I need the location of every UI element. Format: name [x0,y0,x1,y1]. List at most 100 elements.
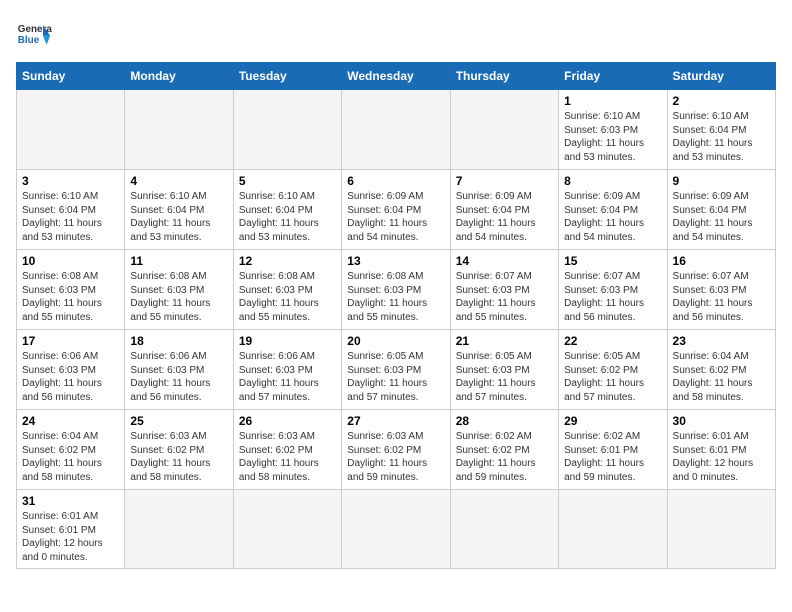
day-number: 3 [22,174,119,188]
day-number: 20 [347,334,444,348]
day-info: Sunrise: 6:01 AMSunset: 6:01 PMDaylight:… [673,430,770,484]
day-info: Sunrise: 6:03 AMSunset: 6:02 PMDaylight:… [347,430,444,484]
day-info: Sunrise: 6:07 AMSunset: 6:03 PMDaylight:… [673,270,770,324]
calendar-cell: 18Sunrise: 6:06 AMSunset: 6:03 PMDayligh… [125,330,233,410]
weekday-header-friday: Friday [559,63,667,90]
day-info: Sunrise: 6:08 AMSunset: 6:03 PMDaylight:… [239,270,336,324]
calendar-cell: 16 Sunrise: 6:07 AMSunset: 6:03 PMDayligh… [667,250,775,330]
week-row-6: 31 Sunrise: 6:01 AMSunset: 6:01 PMDayligh… [17,490,776,569]
day-info: Sunrise: 6:03 AMSunset: 6:02 PMDaylight:… [239,430,336,484]
day-info: Sunrise: 6:09 AMSunset: 6:04 PMDaylight:… [347,190,444,244]
day-number: 11 [130,254,227,268]
calendar-cell: 6Sunrise: 6:09 AMSunset: 6:04 PMDaylight… [342,170,450,250]
calendar-cell [233,90,341,170]
calendar-cell: 7Sunrise: 6:09 AMSunset: 6:04 PMDaylight… [450,170,558,250]
weekday-header-sunday: Sunday [17,63,125,90]
calendar-cell: 24 Sunrise: 6:04 AMSunset: 6:02 PMDayligh… [17,410,125,490]
day-number: 4 [130,174,227,188]
day-info: Sunrise: 6:07 AMSunset: 6:03 PMDaylight:… [456,270,553,324]
weekday-header-thursday: Thursday [450,63,558,90]
calendar-cell: 9Sunrise: 6:09 AMSunset: 6:04 PMDaylight… [667,170,775,250]
calendar-cell: 1 Sunrise: 6:10 AMSunset: 6:03 PMDaylight… [559,90,667,170]
day-info: Sunrise: 6:08 AMSunset: 6:03 PMDaylight:… [130,270,227,324]
day-info: Sunrise: 6:10 AMSunset: 6:04 PMDaylight:… [239,190,336,244]
calendar-cell: 26 Sunrise: 6:03 AMSunset: 6:02 PMDayligh… [233,410,341,490]
day-info: Sunrise: 6:08 AMSunset: 6:03 PMDaylight:… [347,270,444,324]
day-number: 2 [673,94,770,108]
calendar-cell [342,90,450,170]
weekday-header-row: SundayMondayTuesdayWednesdayThursdayFrid… [17,63,776,90]
day-number: 10 [22,254,119,268]
calendar-cell [342,490,450,569]
day-info: Sunrise: 6:10 AMSunset: 6:04 PMDaylight:… [673,110,770,164]
day-info: Sunrise: 6:04 AMSunset: 6:02 PMDaylight:… [22,430,119,484]
day-number: 28 [456,414,553,428]
day-info: Sunrise: 6:09 AMSunset: 6:04 PMDaylight:… [673,190,770,244]
day-number: 21 [456,334,553,348]
day-info: Sunrise: 6:04 AMSunset: 6:02 PMDaylight:… [673,350,770,404]
day-info: Sunrise: 6:06 AMSunset: 6:03 PMDaylight:… [239,350,336,404]
calendar-cell: 29 Sunrise: 6:02 AMSunset: 6:01 PMDayligh… [559,410,667,490]
day-number: 7 [456,174,553,188]
day-info: Sunrise: 6:10 AMSunset: 6:03 PMDaylight:… [564,110,661,164]
weekday-header-wednesday: Wednesday [342,63,450,90]
calendar-cell [667,490,775,569]
header: General Blue [16,16,776,52]
day-number: 13 [347,254,444,268]
day-number: 19 [239,334,336,348]
day-info: Sunrise: 6:02 AMSunset: 6:01 PMDaylight:… [564,430,661,484]
calendar-cell: 2 Sunrise: 6:10 AMSunset: 6:04 PMDaylight… [667,90,775,170]
day-info: Sunrise: 6:09 AMSunset: 6:04 PMDaylight:… [564,190,661,244]
calendar-cell [125,490,233,569]
calendar-cell [125,90,233,170]
calendar-cell: 11 Sunrise: 6:08 AMSunset: 6:03 PMDayligh… [125,250,233,330]
calendar: SundayMondayTuesdayWednesdayThursdayFrid… [16,62,776,569]
calendar-cell [559,490,667,569]
day-number: 24 [22,414,119,428]
calendar-cell: 13 Sunrise: 6:08 AMSunset: 6:03 PMDayligh… [342,250,450,330]
day-number: 26 [239,414,336,428]
day-info: Sunrise: 6:05 AMSunset: 6:02 PMDaylight:… [564,350,661,404]
day-info: Sunrise: 6:01 AMSunset: 6:01 PMDaylight:… [22,510,119,564]
day-info: Sunrise: 6:05 AMSunset: 6:03 PMDaylight:… [456,350,553,404]
calendar-cell [17,90,125,170]
calendar-cell: 19 Sunrise: 6:06 AMSunset: 6:03 PMDayligh… [233,330,341,410]
calendar-cell: 27 Sunrise: 6:03 AMSunset: 6:02 PMDayligh… [342,410,450,490]
calendar-cell: 3Sunrise: 6:10 AMSunset: 6:04 PMDaylight… [17,170,125,250]
calendar-cell [450,90,558,170]
day-number: 14 [456,254,553,268]
calendar-cell: 22 Sunrise: 6:05 AMSunset: 6:02 PMDayligh… [559,330,667,410]
calendar-cell [233,490,341,569]
calendar-cell: 30 Sunrise: 6:01 AMSunset: 6:01 PMDayligh… [667,410,775,490]
calendar-cell: 20 Sunrise: 6:05 AMSunset: 6:03 PMDayligh… [342,330,450,410]
calendar-cell: 8Sunrise: 6:09 AMSunset: 6:04 PMDaylight… [559,170,667,250]
day-number: 1 [564,94,661,108]
week-row-4: 17 Sunrise: 6:06 AMSunset: 6:03 PMDayligh… [17,330,776,410]
calendar-cell: 31 Sunrise: 6:01 AMSunset: 6:01 PMDayligh… [17,490,125,569]
calendar-cell: 14 Sunrise: 6:07 AMSunset: 6:03 PMDayligh… [450,250,558,330]
weekday-header-saturday: Saturday [667,63,775,90]
day-info: Sunrise: 6:03 AMSunset: 6:02 PMDaylight:… [130,430,227,484]
day-number: 29 [564,414,661,428]
calendar-cell [450,490,558,569]
day-number: 15 [564,254,661,268]
day-number: 16 [673,254,770,268]
day-number: 31 [22,494,119,508]
day-info: Sunrise: 6:05 AMSunset: 6:03 PMDaylight:… [347,350,444,404]
calendar-cell: 28Sunrise: 6:02 AMSunset: 6:02 PMDayligh… [450,410,558,490]
day-info: Sunrise: 6:06 AMSunset: 6:03 PMDaylight:… [22,350,119,404]
week-row-2: 3 Sunrise: 6:10 AMSunset: 6:04 PMDaylight… [17,170,776,250]
day-info: Sunrise: 6:08 AMSunset: 6:03 PMDaylight:… [22,270,119,324]
day-number: 27 [347,414,444,428]
weekday-header-monday: Monday [125,63,233,90]
day-number: 23 [673,334,770,348]
logo: General Blue [16,16,52,52]
calendar-cell: 15Sunrise: 6:07 AMSunset: 6:03 PMDayligh… [559,250,667,330]
day-number: 30 [673,414,770,428]
week-row-3: 10 Sunrise: 6:08 AMSunset: 6:03 PMDayligh… [17,250,776,330]
day-number: 22 [564,334,661,348]
week-row-1: 1 Sunrise: 6:10 AMSunset: 6:03 PMDaylight… [17,90,776,170]
calendar-cell: 23 Sunrise: 6:04 AMSunset: 6:02 PMDayligh… [667,330,775,410]
day-number: 17 [22,334,119,348]
calendar-cell: 17 Sunrise: 6:06 AMSunset: 6:03 PMDayligh… [17,330,125,410]
